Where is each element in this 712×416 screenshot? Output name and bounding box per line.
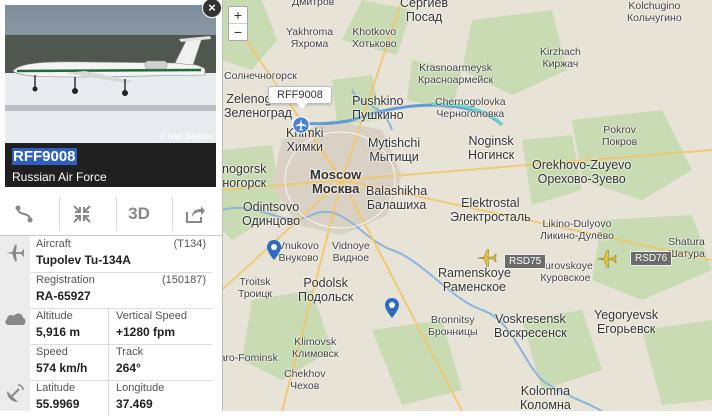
route-button[interactable]: [2, 197, 46, 231]
airport-pin-icon[interactable]: [267, 240, 281, 260]
city-label: Vnukovo Внуково: [278, 240, 319, 264]
speed-row: Speed 574 km/h Track 264°: [30, 344, 212, 381]
flight-toolbar: 3D: [0, 193, 222, 236]
vertical-speed-label: Vertical Speed: [116, 310, 187, 322]
city-label: Elektrostal Электросталь: [450, 196, 531, 224]
city-label: Khotkovo Хотьково: [352, 26, 397, 50]
aircraft-value: Tupolev Tu-134A: [36, 253, 131, 267]
city-label: Krasnoarmeysk Красноармейск: [418, 62, 494, 86]
speed-value: 574 km/h: [36, 361, 88, 375]
city-label: Chekhov Чехов: [284, 368, 326, 392]
altitude-label: Altitude: [36, 310, 73, 322]
divider: [108, 308, 109, 344]
city-label: Podolsk Подольск: [298, 276, 354, 304]
flight-tag-rsd75[interactable]: RSD75: [504, 254, 547, 269]
selected-aircraft-icon[interactable]: [292, 116, 310, 134]
city-label: Ramenskoye Раменское: [438, 266, 511, 294]
airline-name: Russian Air Force: [12, 170, 107, 184]
share-icon: [186, 206, 205, 223]
altitude-row: Altitude 5,916 m Vertical Speed +1280 fp…: [30, 308, 212, 345]
city-label: Likino-Dulyovo Ликино-Дулёво: [540, 218, 614, 242]
city-label: Kolchugino Кольчугино: [627, 0, 682, 24]
city-label: Balashikha Балашиха: [366, 184, 428, 212]
track-label: Track: [116, 346, 144, 358]
city-label: Klimovsk Климовск: [292, 336, 339, 360]
close-button[interactable]: ×: [202, 0, 222, 18]
city-label: Chernogolovka Черноголовка: [435, 96, 506, 120]
zoom-out-button[interactable]: −: [229, 23, 247, 40]
route-icon: [15, 205, 33, 223]
city-label: Troitsk Троицк: [238, 276, 272, 300]
info-icon-column: [0, 236, 30, 411]
city-label: Bronnitsy Бронницы: [428, 314, 478, 338]
city-label: Солнечногорск: [224, 70, 297, 82]
registration-value: RA-65927: [36, 289, 91, 303]
city-label: Naro-Fominsk: [222, 352, 278, 364]
city-label: nogorsk ногорск: [222, 162, 267, 190]
latitude-label: Latitude: [36, 382, 76, 394]
flight-header: RFF9008 Russian Air Force: [5, 143, 216, 187]
latitude-value: 55.9969: [36, 397, 80, 411]
city-label-moscow: Moscow Москва: [310, 167, 362, 196]
fit-icon: [73, 205, 91, 223]
longitude-value: 37.469: [116, 397, 153, 411]
flight-tag-rsd76[interactable]: RSD76: [630, 251, 673, 266]
aircraft-icon[interactable]: [476, 247, 498, 269]
city-label: Pushkino Пушкино: [352, 94, 404, 122]
zoom-in-button[interactable]: +: [229, 7, 247, 23]
zoom-control: + −: [228, 6, 248, 41]
city-label: Shatura Шатура: [668, 236, 705, 260]
city-label: Voskresensk Воскресенск: [494, 312, 567, 340]
registration-row: Registration (150187) RA-65927: [30, 272, 212, 309]
registration-code: (150187): [161, 274, 206, 286]
airport-pin-icon[interactable]: [385, 298, 399, 318]
selected-flight-callout[interactable]: RFF9008: [268, 86, 332, 109]
flight-map[interactable]: Дмитров Сергиев Посад Kolchugino Кольчугин…: [222, 0, 712, 411]
city-label: Vidnoye Видное: [332, 240, 370, 264]
satellite-dish-icon: [7, 384, 24, 402]
city-label: Kirzhach Киржач: [540, 46, 581, 70]
altitude-value: 5,916 m: [36, 325, 81, 339]
registration-label: Registration: [36, 274, 95, 286]
city-label: Сергиев Посад: [400, 0, 449, 24]
divider: [108, 344, 109, 380]
aircraft-photo[interactable]: © Ivan Savickii: [5, 5, 216, 143]
track-value: 264°: [116, 361, 141, 375]
flight-info-panel: © Ivan Savickii × RFF9008 Russian Air Fo…: [0, 0, 223, 416]
aircraft-photo-image: [5, 5, 216, 143]
longitude-label: Longitude: [116, 382, 165, 394]
vertical-speed-value: +1280 fpm: [116, 325, 176, 339]
city-label: Yegoryevsk Егорьевск: [594, 308, 659, 336]
aircraft-label: Aircraft: [36, 238, 71, 250]
city-label: Дмитров: [292, 0, 335, 8]
share-button[interactable]: [172, 197, 217, 231]
fit-view-button[interactable]: [59, 197, 104, 231]
view-3d-button[interactable]: 3D: [116, 197, 161, 231]
city-label: Mytishchi Мытищи: [368, 136, 421, 164]
city-label: Odintsovo Одинцово: [242, 200, 301, 228]
aircraft-row: Aircraft (T134) Tupolev Tu-134A: [30, 236, 212, 273]
flight-callsign[interactable]: RFF9008: [12, 148, 77, 165]
city-label: Yakhroma Яхрома: [286, 26, 334, 50]
city-label: Orekhovo-Zuyevo Орехово-Зуево: [532, 158, 632, 186]
photo-credit: © Ivan Savickii: [159, 132, 212, 141]
cloud-icon: [5, 313, 26, 325]
plane-icon: [5, 244, 25, 262]
city-label: Kolomna Коломна: [520, 384, 571, 411]
city-label: Noginsk Ногинск: [468, 134, 515, 162]
speed-label: Speed: [36, 346, 68, 358]
aircraft-icon[interactable]: [596, 248, 618, 270]
city-label: Pokrov Покров: [602, 124, 638, 148]
aircraft-type-code: (T134): [173, 238, 206, 250]
